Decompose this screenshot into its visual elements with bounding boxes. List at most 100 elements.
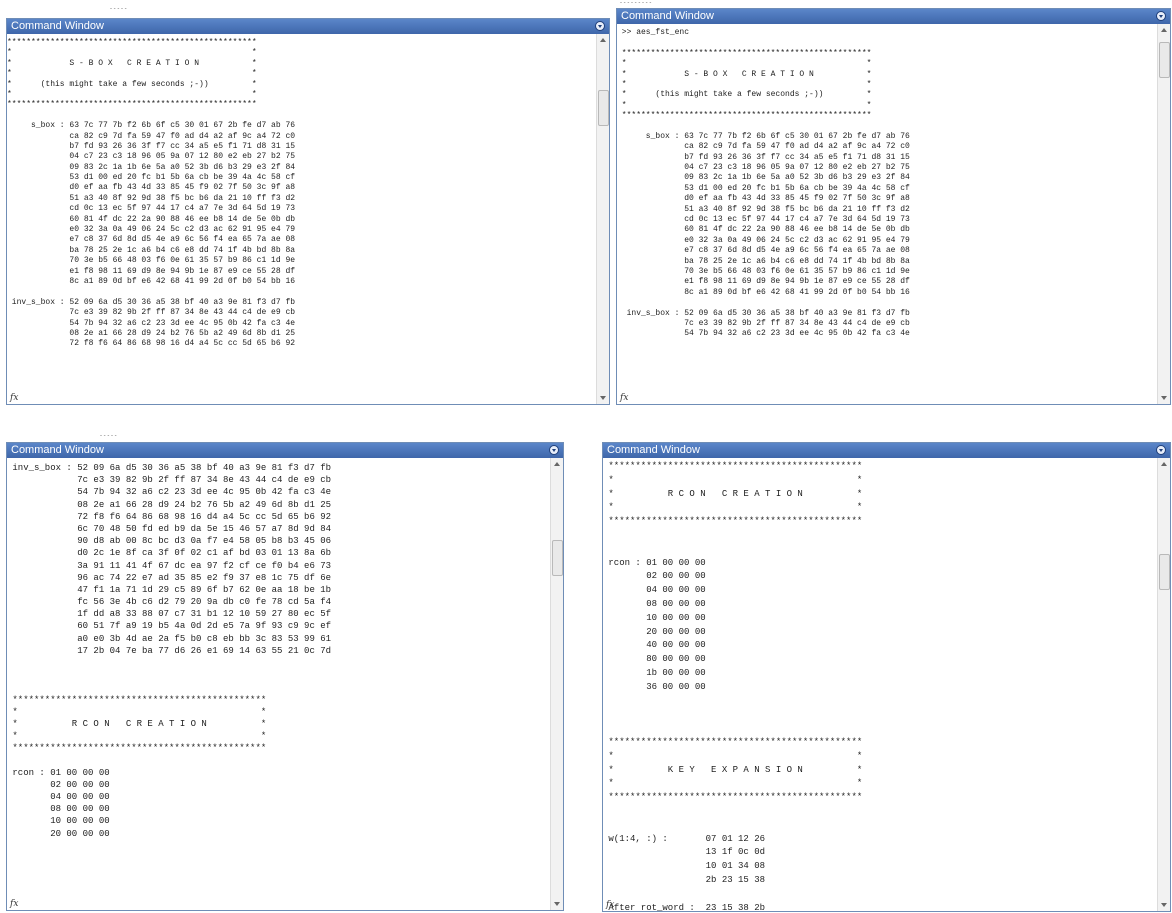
vertical-scrollbar[interactable] (1157, 24, 1170, 404)
output-line: * * (603, 474, 863, 485)
output-line: 08 2e a1 66 28 d9 24 b2 76 5b a2 49 6d 8… (7, 499, 332, 510)
window-titlebar[interactable]: Command Window (603, 443, 1170, 458)
output-line: 6c 70 48 50 fd ed b9 da 5e 15 46 57 a7 8… (7, 523, 332, 534)
breadcrumb-fragment-top-left: - - - - - (110, 6, 127, 12)
output-line: * * (7, 48, 257, 58)
output-line: inv_s_box : 52 09 6a d5 30 36 a5 38 bf 4… (617, 308, 910, 318)
output-line: * K E Y E X P A N S I O N * (603, 764, 863, 775)
output-line: ****************************************… (7, 100, 257, 110)
output-line: d0 ef aa fb 43 4d 33 85 45 f9 02 7f 50 3… (7, 183, 296, 193)
output-line: cd 0c 13 ec 5f 97 44 17 c4 a7 7e 3d 64 5… (7, 204, 296, 214)
window-titlebar[interactable]: Command Window (7, 19, 609, 34)
output-line: ****************************************… (7, 38, 257, 47)
output-line: * * (603, 502, 863, 513)
vertical-scrollbar[interactable] (550, 458, 563, 910)
collapse-icon[interactable] (1156, 11, 1166, 21)
output-line: 04 00 00 00 (7, 792, 110, 803)
window-titlebar[interactable]: Command Window (7, 443, 563, 458)
output-line: a0 e0 3b 4d ae 2a f5 b0 c8 eb bb 3c 83 5… (7, 633, 332, 644)
output-line: e0 32 3a 0a 49 06 24 5c c2 d3 ac 62 91 9… (617, 235, 910, 245)
scroll-thumb[interactable] (1159, 42, 1170, 78)
output-line: * * (7, 731, 267, 742)
output-line: 1f dd a8 33 88 07 c7 31 b1 12 10 59 27 8… (7, 609, 332, 620)
output-line: s_box : 63 7c 77 7b f2 6b 6f c5 30 01 67… (7, 121, 296, 131)
output-line: 96 ac 74 22 e7 ad 35 85 e2 f9 37 e8 1c 7… (7, 572, 332, 583)
output-line: 7c e3 39 82 9b 2f ff 87 34 8e 43 44 c4 d… (617, 318, 910, 328)
output-line: w(1:4, :) : 07 01 12 26 (603, 833, 766, 844)
function-browser-icon[interactable]: fx (10, 393, 18, 403)
window-title: Command Window (11, 20, 104, 32)
output-line: 36 00 00 00 (603, 681, 706, 692)
scroll-down-icon[interactable] (1161, 903, 1167, 907)
function-browser-icon[interactable]: fx (10, 899, 18, 909)
output-line: ****************************************… (603, 516, 863, 527)
output-line: ****************************************… (603, 736, 863, 747)
command-output[interactable]: >> aes_fst_enc *************************… (617, 24, 1157, 404)
scroll-up-icon[interactable] (1161, 462, 1167, 466)
command-window-bottom-right[interactable]: Command Window *************************… (602, 442, 1171, 912)
output-line: 54 7b 94 32 a6 c2 23 3d ee 4c 95 0b 42 f… (617, 329, 910, 339)
output-line: * R C O N C R E A T I O N * (603, 488, 863, 499)
scroll-thumb[interactable] (1159, 554, 1170, 590)
function-browser-icon[interactable]: fx (620, 393, 628, 403)
output-line: 08 00 00 00 (603, 598, 706, 609)
output-line: e1 f8 98 11 69 d9 8e 94 9b 1e 87 e9 ce 5… (7, 266, 296, 276)
output-line: 70 3e b5 66 48 03 f6 0e 61 35 57 b9 86 c… (617, 266, 910, 276)
output-line: 08 2e a1 66 28 d9 24 b2 76 5b a2 49 6d 8… (7, 328, 296, 338)
output-line: ****************************************… (603, 792, 863, 803)
output-line: d0 ef aa fb 43 4d 33 85 45 f9 02 7f 50 3… (617, 194, 910, 204)
output-line: 04 00 00 00 (603, 585, 706, 596)
scroll-down-icon[interactable] (554, 902, 560, 906)
window-titlebar[interactable]: Command Window (617, 9, 1170, 24)
scroll-down-icon[interactable] (1161, 396, 1167, 400)
window-title: Command Window (11, 444, 104, 456)
collapse-icon[interactable] (1156, 445, 1166, 455)
output-line: * * (603, 778, 863, 789)
output-line: 8c a1 89 0d bf e6 42 68 41 99 2d 0f b0 5… (617, 287, 910, 297)
output-line: cd 0c 13 ec 5f 97 44 17 c4 a7 7e 3d 64 5… (617, 215, 910, 225)
output-line: e7 c8 37 6d 8d d5 4e a9 6c 56 f4 ea 65 7… (617, 246, 910, 256)
output-line: rcon : 01 00 00 00 (603, 557, 706, 568)
scroll-up-icon[interactable] (600, 38, 606, 42)
output-line: 40 00 00 00 (603, 640, 706, 651)
output-line: 51 a3 40 8f 92 9d 38 f5 bc b6 da 21 10 f… (7, 193, 296, 203)
output-line: 72 f8 f6 64 86 68 98 16 d4 a4 5c cc 5d 6… (7, 339, 296, 349)
collapse-icon[interactable] (595, 21, 605, 31)
output-line: After rot_word : 23 15 38 2b (603, 902, 766, 912)
function-browser-icon[interactable]: fx (606, 900, 614, 910)
vertical-scrollbar[interactable] (596, 34, 609, 404)
collapse-icon[interactable] (549, 445, 559, 455)
output-line: ****************************************… (603, 461, 863, 471)
vertical-scrollbar[interactable] (1157, 458, 1170, 911)
command-window-top-left[interactable]: Command Window *************************… (6, 18, 610, 405)
scroll-up-icon[interactable] (1161, 28, 1167, 32)
command-window-bottom-left[interactable]: Command Window inv_s_box : 52 09 6a d5 3… (6, 442, 564, 911)
output-line: 10 01 34 08 (603, 861, 766, 872)
command-output[interactable]: inv_s_box : 52 09 6a d5 30 36 a5 38 bf 4… (7, 458, 550, 910)
scroll-thumb[interactable] (552, 540, 563, 576)
output-line: fc 56 3e 4b c6 d2 79 20 9a db c0 fe 78 c… (7, 597, 332, 608)
output-line: * * (7, 89, 257, 99)
command-window-top-right[interactable]: Command Window >> aes_fst_enc **********… (616, 8, 1171, 405)
scroll-up-icon[interactable] (554, 462, 560, 466)
output-line: * * (617, 59, 872, 69)
scroll-thumb[interactable] (598, 90, 609, 126)
output-line: 20 00 00 00 (603, 626, 706, 637)
output-line: >> aes_fst_enc (617, 28, 690, 37)
window-title: Command Window (607, 444, 700, 456)
output-line: ba 78 25 2e 1c a6 b4 c6 e8 dd 74 1f 4b b… (7, 245, 296, 255)
output-line: 70 3e b5 66 48 03 f6 0e 61 35 57 b9 86 c… (7, 256, 296, 266)
output-line: 17 2b 04 7e ba 77 d6 26 e1 69 14 63 55 2… (7, 645, 332, 656)
output-line: ****************************************… (617, 48, 872, 58)
scroll-down-icon[interactable] (600, 396, 606, 400)
command-output[interactable]: ****************************************… (7, 34, 596, 404)
command-output[interactable]: ****************************************… (603, 458, 1157, 911)
output-line: 20 00 00 00 (7, 828, 110, 839)
